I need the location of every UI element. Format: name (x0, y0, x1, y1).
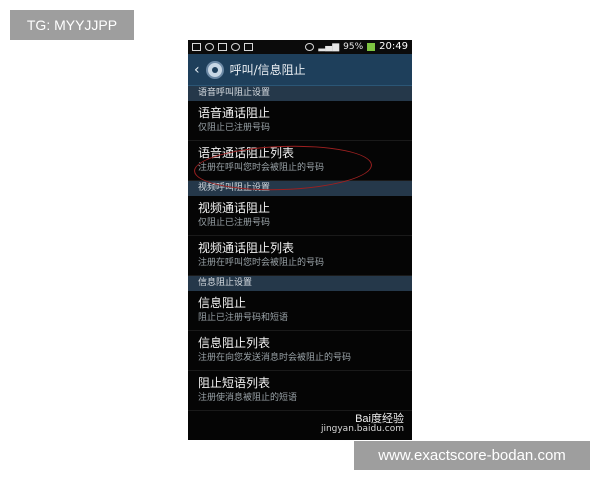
tg-label: TG: MYYJJPP (10, 10, 134, 40)
item-title: 阻止短语列表 (198, 376, 271, 390)
battery-icon (367, 43, 376, 51)
item-title: 语音通话阻止列表 (198, 146, 295, 160)
settings-gear-icon (205, 60, 224, 79)
list-item-video-block-list[interactable]: 视频通话阻止列表 注册在呼叫您时会被阻止的号码 (188, 236, 412, 276)
section-header-video: 视频呼叫阻止设置 (188, 181, 412, 196)
item-title: 语音通话阻止 (198, 106, 271, 120)
shield-icon (231, 43, 240, 51)
item-subtitle: 仅阻止已注册号码 (198, 123, 271, 133)
status-bar: ▂▄▆ 95% 20:49 (188, 40, 412, 54)
item-subtitle: 仅阻止已注册号码 (198, 218, 271, 228)
section-header-voice: 语音呼叫阻止设置 (188, 86, 412, 101)
item-title: 视频通话阻止 (198, 201, 271, 215)
signal-icon: ▂▄▆ (318, 42, 340, 52)
mail-icon (192, 43, 201, 51)
item-subtitle: 阻止已注册号码和短语 (198, 313, 289, 323)
back-icon[interactable]: ‹ (194, 62, 200, 78)
item-title: 信息阻止列表 (198, 336, 271, 350)
item-subtitle: 注册使消息被阻止的短语 (198, 393, 298, 403)
clipboard-icon (244, 43, 253, 51)
list-item-video-block[interactable]: 视频通话阻止 仅阻止已注册号码 (188, 196, 412, 236)
list-item-voice-block[interactable]: 语音通话阻止 仅阻止已注册号码 (188, 101, 412, 141)
watermark-url: jingyan.baidu.com (320, 424, 404, 434)
settings-list: 语音呼叫阻止设置 语音通话阻止 仅阻止已注册号码 语音通话阻止列表 注册在呼叫您… (188, 86, 412, 411)
watermark-brand: Bai度经验 (355, 413, 404, 425)
baidu-watermark: Bai度经验 jingyan.baidu.com (320, 413, 404, 435)
page-title: 呼叫/信息阻止 (229, 63, 306, 77)
status-notification-icons (192, 43, 253, 51)
battery-percent: 95% (343, 42, 364, 52)
list-item-message-block-list[interactable]: 信息阻止列表 注册在向您发送消息时会被阻止的号码 (188, 331, 412, 371)
clock: 20:49 (379, 41, 408, 52)
item-title: 信息阻止 (198, 296, 247, 310)
phone-screen: ▂▄▆ 95% 20:49 ‹ 呼叫/信息阻止 语音呼叫阻止设置 语音通话阻止 … (188, 40, 412, 440)
app-bar: ‹ 呼叫/信息阻止 (188, 54, 412, 86)
status-system-icons: ▂▄▆ 95% 20:49 (305, 40, 408, 54)
image-icon (218, 43, 227, 51)
wechat-icon (205, 43, 214, 51)
item-title: 视频通话阻止列表 (198, 241, 295, 255)
item-subtitle: 注册在呼叫您时会被阻止的号码 (198, 258, 325, 268)
item-subtitle: 注册在向您发送消息时会被阻止的号码 (198, 353, 352, 363)
site-banner: www.exactscore-bodan.com (354, 441, 590, 470)
list-item-phrase-block-list[interactable]: 阻止短语列表 注册使消息被阻止的短语 (188, 371, 412, 411)
item-subtitle: 注册在呼叫您时会被阻止的号码 (198, 163, 325, 173)
list-item-message-block[interactable]: 信息阻止 阻止已注册号码和短语 (188, 291, 412, 331)
section-header-message: 信息阻止设置 (188, 276, 412, 291)
alarm-icon (305, 43, 315, 51)
list-item-voice-block-list[interactable]: 语音通话阻止列表 注册在呼叫您时会被阻止的号码 (188, 141, 412, 181)
